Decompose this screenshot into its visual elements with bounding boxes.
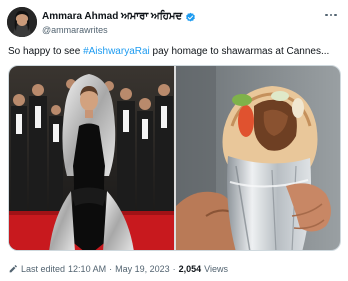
verified-badge-icon (186, 12, 196, 21)
tweet-text-before: So happy to see (8, 46, 84, 57)
photo-red-carpet[interactable] (9, 66, 174, 250)
tweet-time[interactable]: 12:10 AM (68, 264, 106, 274)
tweet-text-after: pay homage to shawarmas at Cannes... (149, 46, 330, 57)
views-label: Views (204, 264, 229, 274)
more-dot (334, 13, 337, 17)
tweet-text: So happy to see #AishwaryaRai pay homage… (8, 45, 342, 58)
tweet-meta: Last edited 12:10 AM · May 19, 2023 · 2,… (8, 263, 228, 275)
views-count: 2,054 (178, 264, 202, 274)
author-name-row[interactable]: Ammara Ahmad ਅਮਾਰਾ ਅਹਿਮਦ (42, 10, 196, 24)
more-options-icon[interactable] (322, 9, 340, 21)
edited-label[interactable]: Last edited (21, 264, 65, 274)
more-dot (325, 13, 328, 17)
author-handle[interactable]: @ammarawrites (42, 24, 108, 36)
meta-separator: · (172, 264, 176, 274)
author-display-name[interactable]: Ammara Ahmad ਅਮਾਰਾ ਅਹਿਮਦ (42, 10, 182, 24)
hashtag-link[interactable]: #AishwaryaRai (83, 46, 150, 57)
avatar[interactable] (7, 7, 37, 37)
tweet-date[interactable]: May 19, 2023 (115, 264, 170, 274)
photo-shawarma[interactable] (176, 66, 340, 250)
pencil-icon (9, 265, 17, 273)
more-dot (329, 13, 333, 17)
media-grid (8, 65, 341, 251)
meta-separator: · (109, 264, 113, 274)
tweet-card: Ammara Ahmad ਅਮਾਰਾ ਅਹਿਮਦ @ammarawrites S… (0, 0, 348, 281)
